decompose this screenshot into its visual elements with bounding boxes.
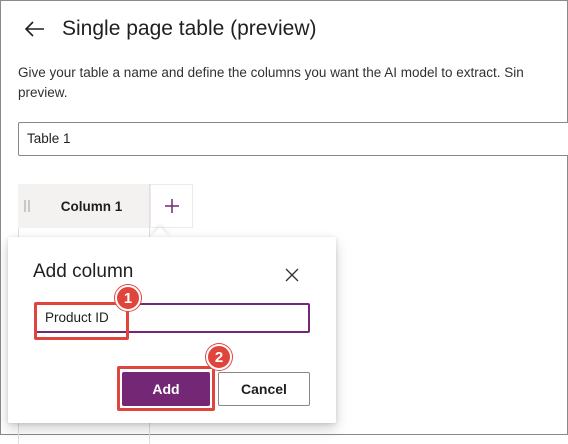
add-column-button[interactable] <box>150 184 193 228</box>
close-button[interactable] <box>280 263 304 287</box>
step-badge-1: 1 <box>115 285 141 311</box>
page-description: Give your table a name and define the co… <box>18 63 566 103</box>
description-line-2: preview. <box>18 85 68 100</box>
back-arrow-icon <box>25 21 44 37</box>
highlight-box-2 <box>117 366 215 411</box>
back-button[interactable] <box>20 14 50 44</box>
cancel-button[interactable]: Cancel <box>218 372 310 406</box>
highlight-box-1 <box>34 302 129 340</box>
page-title: Single page table (preview) <box>62 17 317 40</box>
step-badge-2: 2 <box>206 344 232 370</box>
drag-handle-icon[interactable] <box>20 200 34 212</box>
table-name-input[interactable]: Table 1 <box>18 122 568 156</box>
column-header[interactable]: Column 1 <box>18 184 150 228</box>
close-icon <box>285 268 299 282</box>
plus-icon <box>164 199 179 213</box>
dialog-title: Add column <box>33 261 134 282</box>
column-label: Column 1 <box>60 198 123 214</box>
description-line-1: Give your table a name and define the co… <box>18 65 524 80</box>
